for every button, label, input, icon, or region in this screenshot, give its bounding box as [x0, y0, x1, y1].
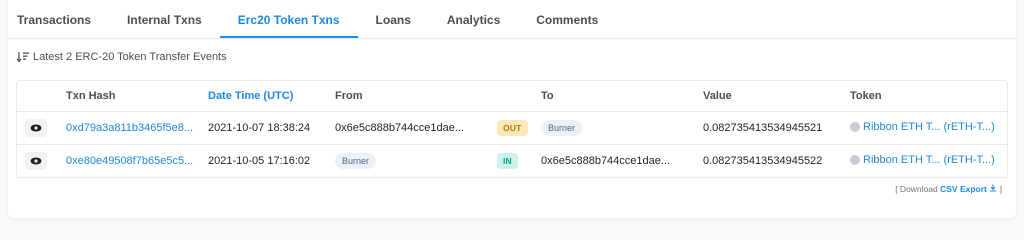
sort-descending-icon	[16, 51, 30, 63]
direction-badge-out: OUT	[497, 120, 528, 136]
summary-text: Latest 2 ERC-20 Token Transfer Events	[33, 51, 227, 63]
col-from: From	[335, 81, 497, 112]
transfers-table: Txn Hash Date Time (UTC) From To Value T…	[16, 80, 1008, 178]
tab-erc20-token-txns[interactable]: Erc20 Token Txns	[219, 0, 358, 38]
table-row: 0xe80e49508f7b65e5c5... 2021-10-05 17:16…	[17, 144, 1007, 177]
download-prefix: [ Download	[895, 184, 938, 194]
tab-internal-txns[interactable]: Internal Txns	[109, 0, 220, 38]
to-label-pill[interactable]: Burner	[541, 120, 583, 136]
col-txn-hash: Txn Hash	[66, 81, 208, 112]
token-link[interactable]: Ribbon ETH T... (rETH-T...)	[850, 121, 995, 133]
token-transfers-card: Transactions Internal Txns Erc20 Token T…	[8, 0, 1016, 218]
table-header-row: Txn Hash Date Time (UTC) From To Value T…	[17, 81, 1007, 112]
eye-icon[interactable]	[25, 152, 47, 170]
from-address[interactable]: 0x6e5c888b744cce1dae...	[335, 112, 497, 145]
col-to: To	[541, 81, 703, 112]
txn-hash-link[interactable]: 0xe80e49508f7b65e5c5...	[66, 155, 193, 167]
col-date-time[interactable]: Date Time (UTC)	[208, 81, 335, 112]
date-time-cell: 2021-10-07 18:38:24	[208, 122, 311, 134]
tab-bar: Transactions Internal Txns Erc20 Token T…	[8, 0, 1016, 39]
eye-icon[interactable]	[25, 119, 47, 137]
download-icon[interactable]	[989, 184, 999, 194]
txn-hash-link[interactable]: 0xd79a3a811b3465f5e8...	[66, 122, 193, 134]
col-value: Value	[703, 81, 850, 112]
table-row: 0xd79a3a811b3465f5e8... 2021-10-07 18:38…	[17, 112, 1007, 145]
token-logo-icon	[850, 155, 860, 165]
token-logo-icon	[850, 122, 860, 132]
col-details	[17, 81, 66, 112]
direction-badge-in: IN	[497, 153, 518, 169]
summary-line: Latest 2 ERC-20 Token Transfer Events	[8, 39, 1016, 75]
value-cell: 0.082735413534945522	[703, 144, 850, 177]
token-name: Ribbon ETH T... (rETH-T...)	[863, 154, 995, 166]
tab-analytics[interactable]: Analytics	[429, 0, 518, 38]
col-direction	[497, 81, 541, 112]
tab-transactions[interactable]: Transactions	[8, 0, 109, 38]
value-cell: 0.082735413534945521	[703, 122, 823, 134]
download-suffix: ]	[999, 184, 1002, 194]
tab-loans[interactable]: Loans	[358, 0, 429, 38]
csv-export-link[interactable]: CSV Export	[940, 184, 987, 194]
to-address[interactable]: 0x6e5c888b744cce1dae...	[541, 144, 703, 177]
token-name: Ribbon ETH T... (rETH-T...)	[863, 121, 995, 133]
col-token: Token	[850, 81, 1007, 112]
token-link[interactable]: Ribbon ETH T... (rETH-T...)	[850, 154, 995, 166]
tab-comments[interactable]: Comments	[518, 0, 616, 38]
download-line: [ Download CSV Export ]	[8, 178, 1016, 194]
date-time-cell: 2021-10-05 17:16:02	[208, 144, 335, 177]
from-label-pill[interactable]: Burner	[335, 153, 377, 169]
